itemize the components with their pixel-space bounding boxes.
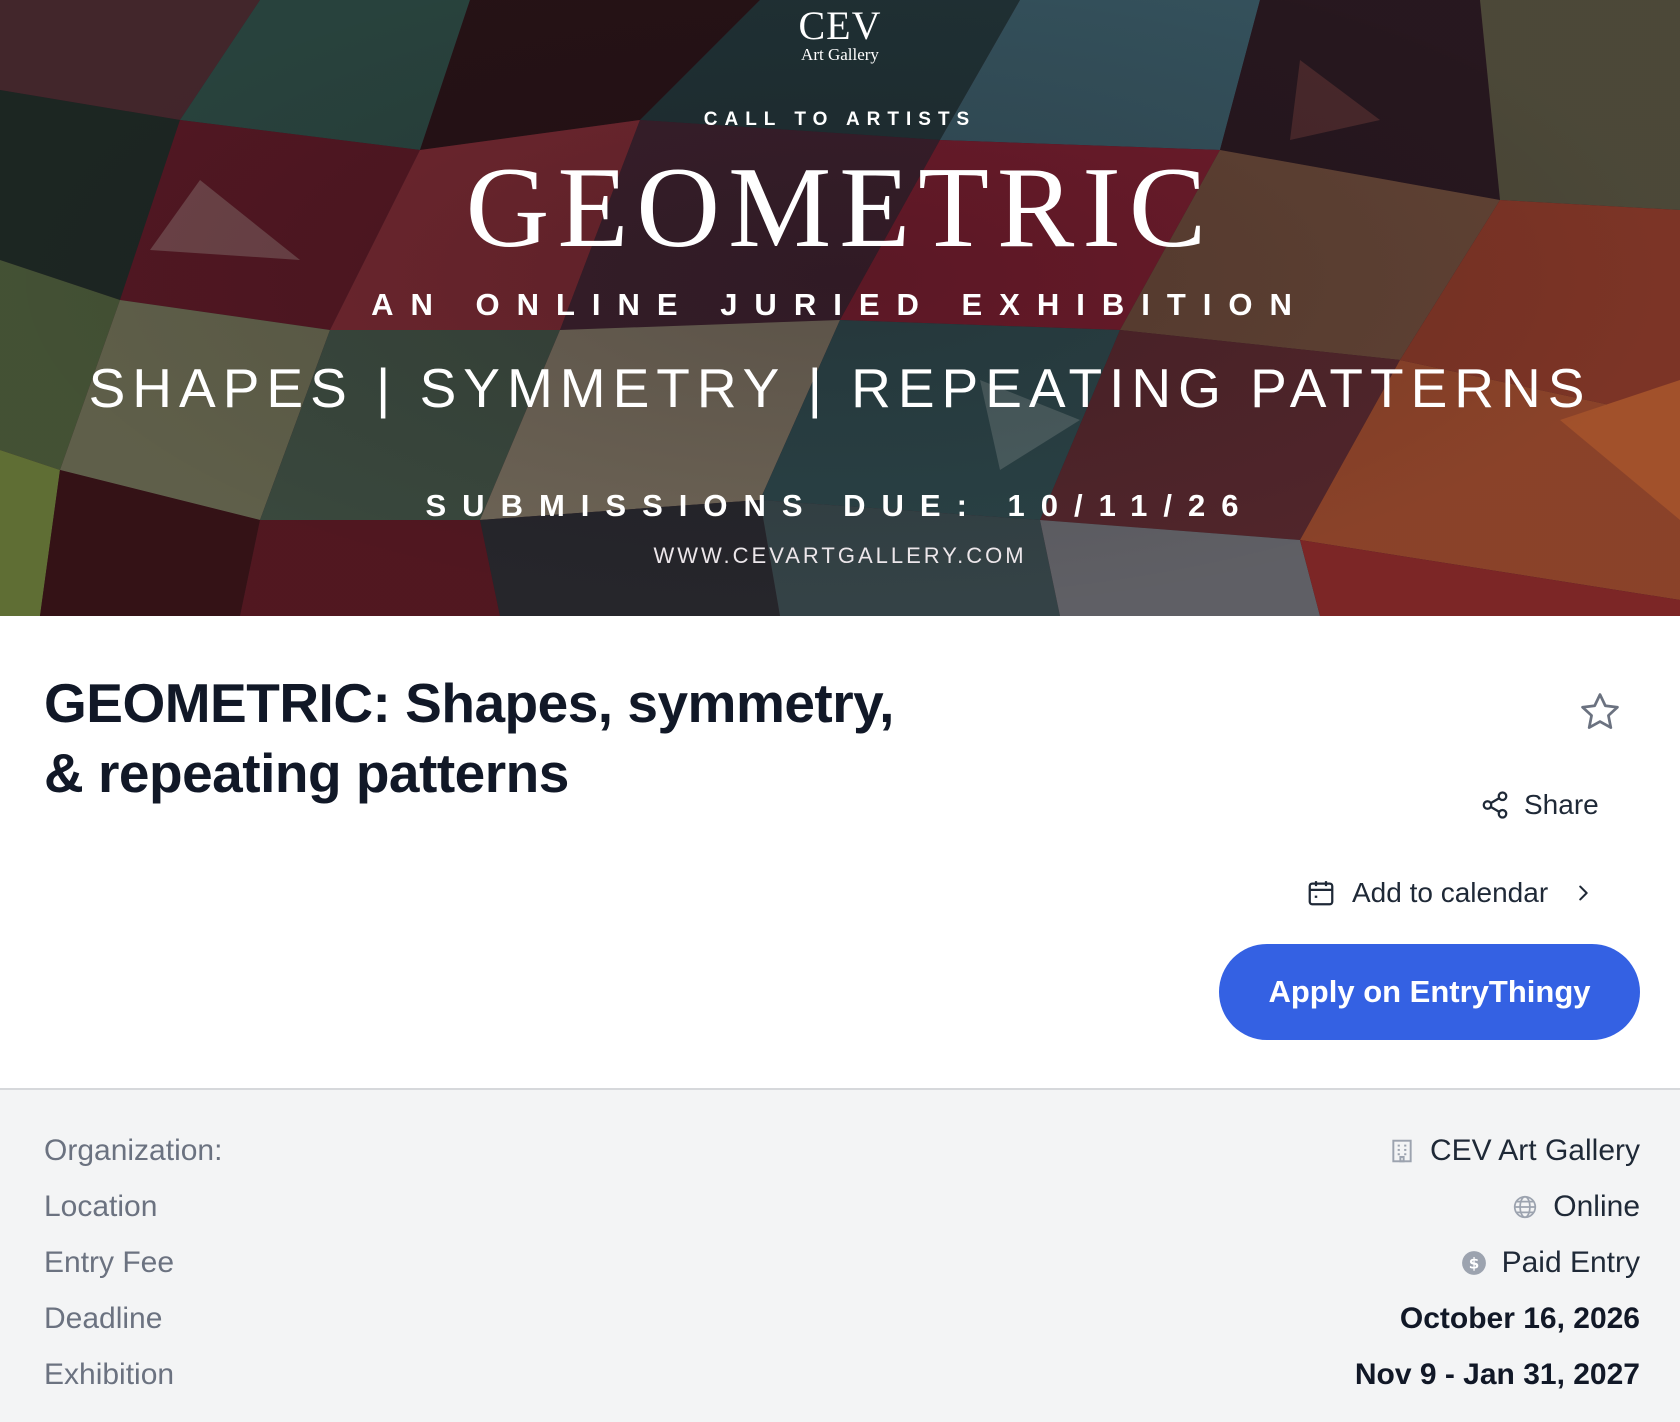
star-outline-icon [1581, 693, 1619, 729]
detail-row-deadline: Deadline October 16, 2026 [44, 1294, 1640, 1344]
globe-icon [1514, 1195, 1537, 1219]
calendar-label: Add to calendar [1352, 877, 1549, 908]
banner-website: WWW.CEVARTGALLERY.COM [653, 543, 1027, 568]
banner-headline: GEOMETRIC [465, 144, 1215, 272]
detail-label: Exhibition [44, 1358, 175, 1391]
detail-label: Entry Fee [44, 1246, 175, 1279]
share-button[interactable]: Share [1480, 780, 1599, 830]
share-label: Share [1524, 789, 1599, 820]
organization-value: CEV Art Gallery [1429, 1134, 1640, 1167]
banner-themes: SHAPES | SYMMETRY | REPEATING PATTERNS [88, 357, 1592, 419]
apply-button[interactable]: Apply on EntryThingy [1219, 944, 1640, 1040]
detail-label: Organization: [44, 1134, 223, 1167]
detail-row-exhibition: Exhibition Nov 9 - Jan 31, 2027 [44, 1350, 1640, 1400]
detail-value: Online [1511, 1190, 1640, 1224]
location-value: Online [1553, 1190, 1640, 1223]
banner-logo-text: CEV [798, 3, 882, 48]
detail-value: $ Paid Entry [1460, 1246, 1640, 1280]
banner-subheadline: AN ONLINE JURIED EXHIBITION [371, 287, 1309, 322]
share-icon [1482, 791, 1508, 819]
add-to-calendar-button[interactable]: Add to calendar [1306, 868, 1594, 918]
banner-submissions-due: SUBMISSIONS DUE: 10/11/26 [425, 488, 1255, 523]
svg-text:$: $ [1468, 1254, 1479, 1272]
deadline-value: October 16, 2026 [1399, 1302, 1640, 1335]
entry-fee-value: Paid Entry [1501, 1246, 1640, 1279]
calendar-icon [1308, 881, 1334, 906]
detail-label: Deadline [44, 1302, 163, 1335]
details-panel: Organization: CEV Art Gallery Location O… [0, 1088, 1680, 1422]
page-title: GEOMETRIC: Shapes, symmetry, & repeating… [44, 672, 894, 804]
building-icon [1392, 1139, 1412, 1163]
detail-row-organization: Organization: CEV Art Gallery [44, 1126, 1640, 1176]
favorite-button[interactable] [1574, 686, 1626, 738]
chevron-right-icon [1579, 885, 1588, 901]
detail-value[interactable]: CEV Art Gallery [1388, 1134, 1640, 1168]
banner-logo-subtext: Art Gallery [801, 45, 879, 64]
exhibition-value: Nov 9 - Jan 31, 2027 [1354, 1358, 1640, 1391]
banner-call-to-artists: CALL TO ARTISTS [703, 109, 977, 130]
dollar-icon: $ [1461, 1251, 1486, 1275]
detail-label: Location [44, 1190, 158, 1223]
detail-row-entry-fee: Entry Fee $ Paid Entry [44, 1238, 1640, 1288]
detail-row-location: Location Online [44, 1182, 1640, 1232]
hero-banner: CEV Art Gallery CALL TO ARTISTS GEOMETRI… [0, 0, 1680, 616]
